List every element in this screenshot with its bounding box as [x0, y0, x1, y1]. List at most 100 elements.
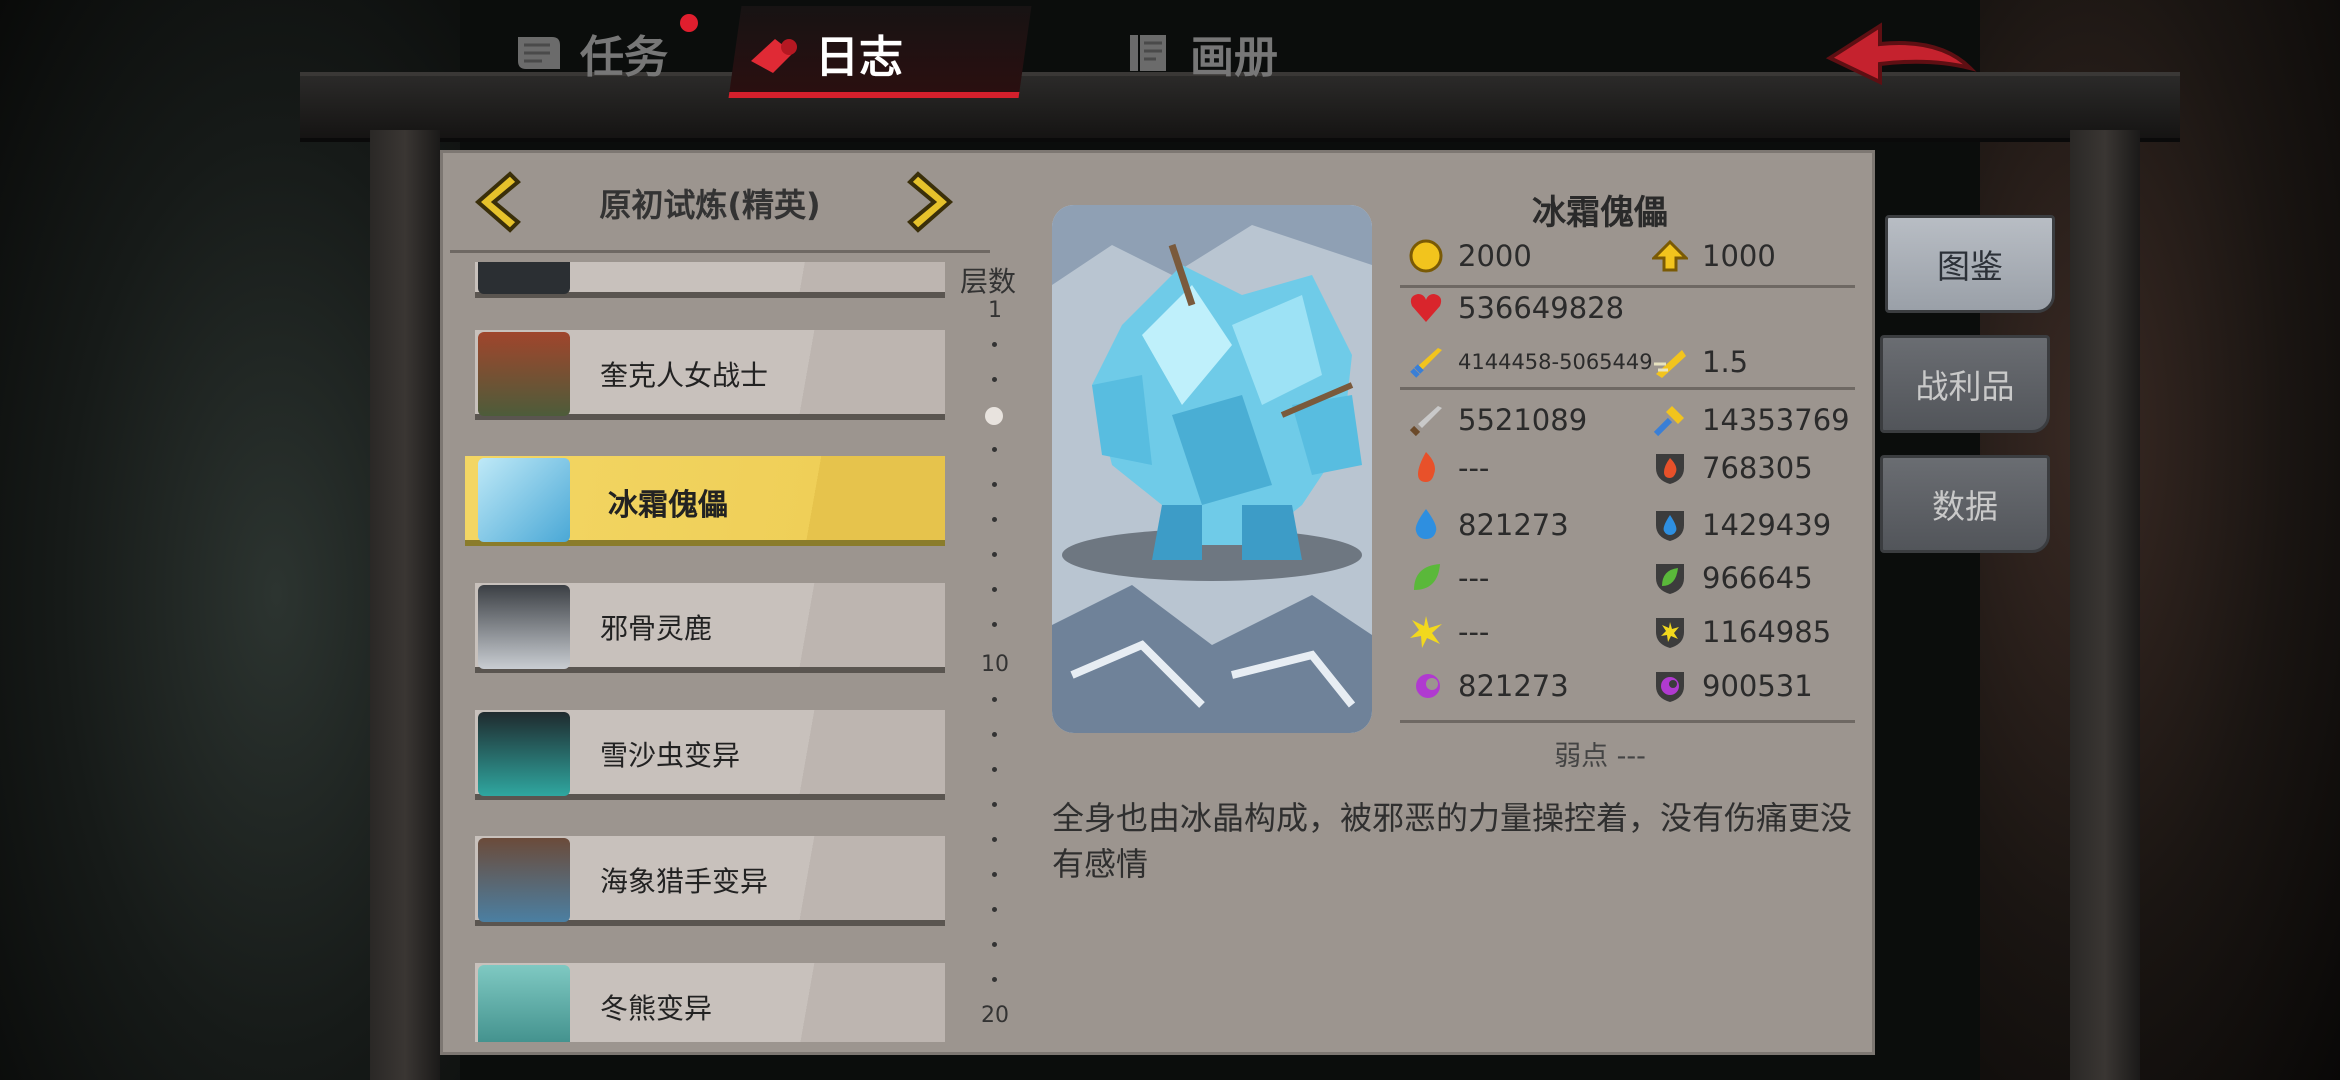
scale-dot [992, 942, 997, 947]
fire-attack-value: --- [1458, 451, 1490, 485]
scale-dot [992, 342, 997, 347]
attack-speed-stat: 1.5 [1652, 344, 1748, 380]
scale-dot [992, 622, 997, 627]
light-attack-value: --- [1458, 615, 1490, 649]
nature-resist-value: 966645 [1702, 561, 1813, 595]
prev-stage-icon[interactable] [470, 168, 530, 236]
leaf-icon [1414, 564, 1440, 590]
physical-defense-stat: 14353769 [1652, 402, 1850, 438]
list-item[interactable]: 奎克人女战士 [460, 324, 945, 426]
sword-icon [1410, 348, 1442, 378]
bear-portrait [478, 965, 570, 1042]
divider [1400, 387, 1855, 390]
monster-name: 冰霜傀儡 [1532, 193, 1668, 233]
nature-attack-stat: --- [1408, 560, 1489, 596]
horn-icon [751, 39, 797, 73]
scale-mark: 10 [981, 652, 1009, 677]
scale-dot [992, 907, 997, 912]
scale-dot [992, 837, 997, 842]
scale-dot [992, 517, 997, 522]
fire-resist-stat: 768305 [1652, 450, 1813, 486]
scale-mark: 1 [988, 298, 1002, 323]
gold-value: 2000 [1458, 239, 1532, 273]
physical-defense-value: 14353769 [1702, 403, 1850, 437]
starburst-shield-icon [1656, 618, 1684, 648]
list-item[interactable]: 冬熊变异 [460, 957, 945, 1042]
speed-icon [1654, 350, 1686, 378]
starburst-icon [1410, 616, 1442, 648]
scale-dot [992, 802, 997, 807]
divider [1400, 720, 1855, 723]
attack-value: 4144458-5065449 [1458, 350, 1653, 374]
hammer-icon [1653, 406, 1684, 437]
exp-value: 1000 [1702, 239, 1776, 273]
scale-dot [992, 697, 997, 702]
tab-bestiary[interactable]: 图鉴 [1885, 215, 2055, 313]
list-item[interactable]: 雪沙虫变异 [460, 704, 945, 806]
scale-dot [992, 482, 997, 487]
exp-reward: 1000 [1652, 238, 1776, 274]
water-drop-icon [1415, 509, 1437, 539]
tab-stats-data[interactable]: 数据 [1880, 455, 2050, 553]
list-item[interactable] [460, 262, 945, 304]
stage-title: 原初试炼(精英) [599, 186, 821, 224]
scale-dot [992, 552, 997, 557]
fire-attack-stat: --- [1408, 450, 1489, 486]
scale-dot [992, 447, 997, 452]
level-scale[interactable]: 层数 1 10 20 [955, 260, 1035, 1040]
nature-resist-stat: 966645 [1652, 560, 1813, 596]
water-attack-stat: 821273 [1408, 507, 1569, 543]
fire-resist-value: 768305 [1702, 451, 1813, 485]
light-resist-stat: 1164985 [1652, 614, 1831, 650]
dark-resist-stat: 900531 [1652, 668, 1813, 704]
scale-dot [992, 977, 997, 982]
heart-icon [1410, 294, 1442, 322]
ice-golem-portrait [478, 458, 570, 542]
tab-journal-label: 日志 [815, 32, 903, 83]
dark-attack-value: 821273 [1458, 669, 1569, 703]
stage-selector: 原初试炼(精英) [470, 168, 954, 238]
dark-resist-value: 900531 [1702, 669, 1813, 703]
water-attack-value: 821273 [1458, 508, 1569, 542]
list-item[interactable]: 邪骨灵鹿 [460, 577, 945, 679]
dark-attack-stat: 821273 [1408, 668, 1569, 704]
top-tab-bar: 任务 日志 画册 [480, 0, 1380, 98]
light-resist-value: 1164985 [1702, 615, 1832, 649]
tab-gallery-label: 画册 [1190, 32, 1278, 83]
next-stage-icon[interactable] [898, 168, 958, 236]
scale-dot [992, 377, 997, 382]
creature-portrait [478, 262, 570, 294]
tab-loot[interactable]: 战利品 [1880, 335, 2050, 433]
list-item-name: 冰霜傀儡 [608, 488, 728, 523]
list-item-name: 海象猎手变异 [600, 865, 769, 898]
nature-attack-value: --- [1458, 561, 1490, 595]
back-arrow-icon[interactable] [1820, 18, 1980, 88]
list-item-selected[interactable]: 冰霜傀儡 [460, 450, 945, 552]
light-attack-stat: --- [1408, 614, 1489, 650]
tab-quests[interactable]: 任务 [510, 14, 668, 92]
scale-title: 层数 [960, 265, 1017, 298]
ice-golem-illustration [1052, 205, 1372, 733]
fire-shield-icon [1656, 454, 1684, 484]
tab-gallery[interactable]: 画册 [1120, 14, 1278, 92]
monster-list[interactable]: 奎克人女战士 冰霜傀儡 邪骨灵鹿 雪沙虫变异 海象猎手变异 冬熊变异 [460, 262, 960, 1042]
hp-stat: 536649828 [1408, 290, 1624, 326]
list-item-name: 奎克人女战士 [600, 359, 769, 392]
gold-reward: 2000 [1408, 238, 1532, 274]
leaf-shield-icon [1656, 564, 1684, 594]
tab-journal[interactable]: 日志 [745, 14, 903, 92]
attack-speed-value: 1.5 [1702, 345, 1749, 379]
level-up-icon [1652, 239, 1688, 272]
scale-dot [992, 872, 997, 877]
scale-dot [992, 732, 997, 737]
scale-dot [992, 587, 997, 592]
monster-artwork-card [1052, 205, 1372, 733]
dark-shield-icon [1656, 672, 1684, 702]
scale-dot [992, 767, 997, 772]
list-item[interactable]: 海象猎手变异 [460, 830, 945, 932]
dark-orb-icon [1416, 674, 1440, 698]
fire-icon [1418, 452, 1435, 482]
weakness-label: 弱点 --- [1554, 741, 1646, 772]
scroll-icon [518, 37, 560, 69]
list-item-name: 邪骨灵鹿 [600, 612, 713, 645]
